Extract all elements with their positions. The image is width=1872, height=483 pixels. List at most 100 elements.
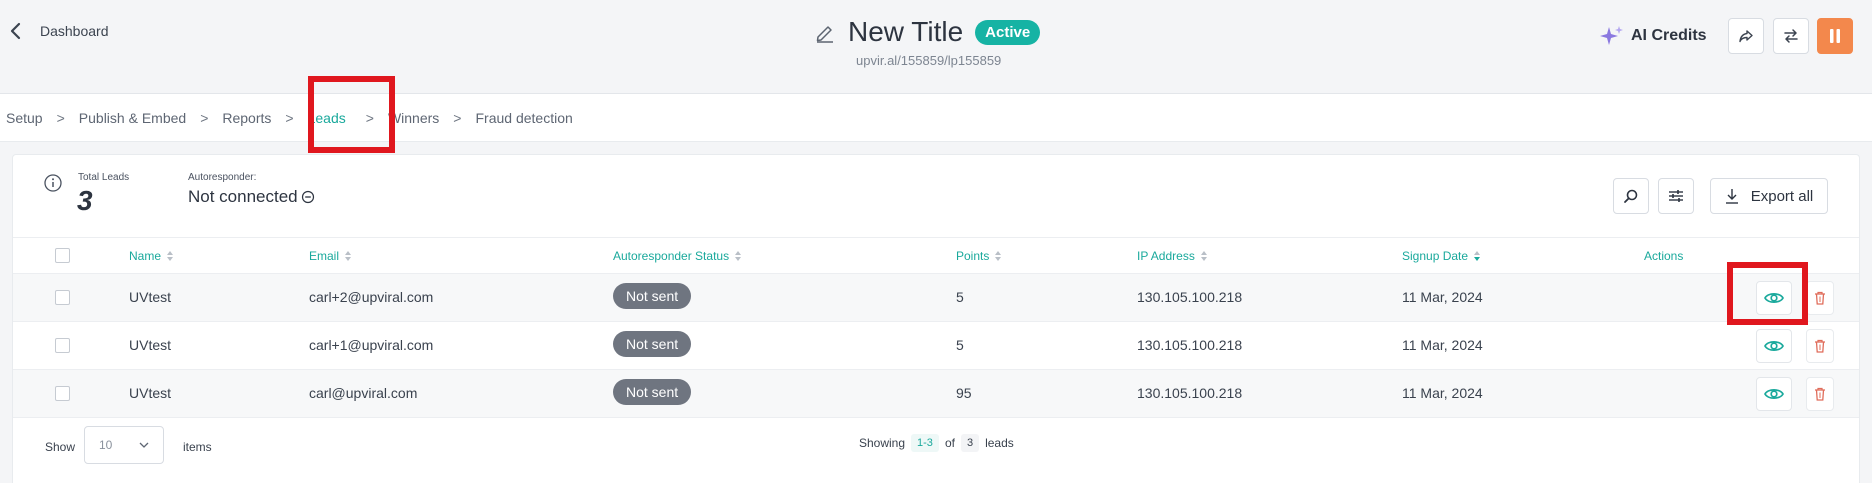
lead-email: carl@upviral.com xyxy=(309,385,418,401)
column-label: IP Address xyxy=(1137,249,1195,263)
show-label: Show xyxy=(45,440,76,454)
tab-winners[interactable]: Winners xyxy=(388,110,439,126)
column-header-actions: Actions xyxy=(1644,249,1683,263)
view-lead-button[interactable] xyxy=(1756,281,1792,315)
lead-ip: 130.105.100.218 xyxy=(1137,289,1243,305)
lead-signup-date: 11 Mar, 2024 xyxy=(1402,289,1483,305)
view-lead-button[interactable] xyxy=(1756,377,1792,411)
title-area: New Title Active xyxy=(814,16,1041,48)
column-header-points[interactable]: Points xyxy=(956,249,1002,263)
column-header-email[interactable]: Email xyxy=(309,249,352,263)
tab-leads[interactable]: Leads xyxy=(308,110,346,126)
range-chip: 1-3 xyxy=(911,434,939,452)
lead-signup-date: 11 Mar, 2024 xyxy=(1402,385,1483,401)
view-lead-button[interactable] xyxy=(1756,329,1792,363)
total-leads-value: 3 xyxy=(77,185,93,216)
top-header: Dashboard New Title Active upvir.al/1558… xyxy=(0,0,1872,94)
pencil-icon[interactable] xyxy=(814,21,836,43)
ai-credits-button[interactable]: AI Credits xyxy=(1599,24,1707,48)
filter-button[interactable] xyxy=(1658,178,1694,214)
showing-label: Showing xyxy=(859,436,906,450)
info-icon[interactable] xyxy=(43,173,63,193)
sort-icon xyxy=(345,251,352,261)
delete-lead-button[interactable] xyxy=(1806,329,1834,363)
lead-name: UVtest xyxy=(129,385,172,401)
trash-icon xyxy=(1814,339,1826,353)
leads-table: Name Email Autoresponder Status Points I… xyxy=(13,238,1859,418)
column-header-ip-address[interactable]: IP Address xyxy=(1137,249,1207,263)
delete-lead-button[interactable] xyxy=(1806,281,1834,315)
lead-signup-date: 11 Mar, 2024 xyxy=(1402,337,1483,353)
table-row: UVtest carl+1@upviral.com Not sent 5 130… xyxy=(13,322,1859,370)
sort-icon xyxy=(167,251,174,261)
items-label: items xyxy=(183,440,212,454)
sort-icon xyxy=(995,251,1002,261)
tab-fraud-detection[interactable]: Fraud detection xyxy=(475,110,572,126)
back-to-dashboard-link[interactable]: Dashboard xyxy=(10,22,109,40)
pagination-bar: Show 10 items Showing 1-3 of 3 leads xyxy=(13,418,1859,478)
chevron-right-icon: > xyxy=(200,109,209,126)
table-header: Name Email Autoresponder Status Points I… xyxy=(13,238,1859,274)
page-title[interactable]: New Title xyxy=(848,16,963,48)
tab-reports[interactable]: Reports xyxy=(222,110,271,126)
leads-summary: Total Leads 3 Autoresponder: Not connect… xyxy=(13,155,1859,238)
eye-icon xyxy=(1764,291,1784,305)
sort-icon xyxy=(1200,251,1207,261)
column-header-name[interactable]: Name xyxy=(129,249,174,263)
status-badge: Active xyxy=(975,19,1041,45)
lead-email: carl+1@upviral.com xyxy=(309,337,434,353)
pause-campaign-button[interactable] xyxy=(1817,18,1853,54)
trash-icon xyxy=(1814,291,1826,305)
status-pill: Not sent xyxy=(613,379,692,405)
total-leads-label: Total Leads xyxy=(78,172,130,183)
status-pill: Not sent xyxy=(613,283,692,309)
autoresponder-value: Not connected xyxy=(188,187,298,206)
column-label: Autoresponder Status xyxy=(613,249,730,263)
share-button[interactable] xyxy=(1728,18,1764,54)
of-label: of xyxy=(944,436,955,450)
eye-icon xyxy=(1764,339,1784,353)
tab-setup[interactable]: Setup xyxy=(6,110,43,126)
page-size-select[interactable]: 10 xyxy=(84,426,164,464)
table-row: UVtest carl@upviral.com Not sent 95 130.… xyxy=(13,370,1859,418)
chevron-right-icon: > xyxy=(285,109,294,126)
column-label: Email xyxy=(309,249,340,263)
swap-button[interactable] xyxy=(1773,18,1809,54)
chevron-down-icon xyxy=(139,442,149,448)
lead-points: 5 xyxy=(956,289,964,305)
lead-points: 5 xyxy=(956,337,964,353)
row-checkbox[interactable] xyxy=(55,338,70,353)
swap-icon xyxy=(1783,28,1799,44)
export-all-label: Export all xyxy=(1750,187,1814,205)
sort-icon xyxy=(735,251,742,261)
lead-name: UVtest xyxy=(129,337,172,353)
column-header-autoresponder-status[interactable]: Autoresponder Status xyxy=(613,249,742,263)
sort-desc-icon xyxy=(1474,251,1481,261)
minus-circle-icon xyxy=(301,190,315,204)
leads-label: leads xyxy=(985,436,1014,450)
campaign-steps-nav: Setup > Publish & Embed > Reports > Lead… xyxy=(0,94,1872,142)
trash-icon xyxy=(1814,387,1826,401)
autoresponder-status: Not connected xyxy=(188,187,315,207)
total-chip: 3 xyxy=(960,434,980,452)
search-button[interactable] xyxy=(1613,178,1649,214)
row-checkbox[interactable] xyxy=(55,386,70,401)
column-header-signup-date[interactable]: Signup Date xyxy=(1402,249,1481,263)
autoresponder-label: Autoresponder: xyxy=(188,172,257,183)
tab-publish-embed[interactable]: Publish & Embed xyxy=(79,110,186,126)
ai-credits-label: AI Credits xyxy=(1631,27,1707,44)
lead-ip: 130.105.100.218 xyxy=(1137,385,1243,401)
results-summary: Showing 1-3 of 3 leads xyxy=(859,434,1014,452)
delete-lead-button[interactable] xyxy=(1806,377,1834,411)
page-size-value: 10 xyxy=(99,438,113,452)
lead-ip: 130.105.100.218 xyxy=(1137,337,1243,353)
share-icon xyxy=(1738,28,1754,44)
sliders-icon xyxy=(1668,188,1684,204)
select-all-checkbox[interactable] xyxy=(55,248,70,263)
eye-icon xyxy=(1764,387,1784,401)
export-all-button[interactable]: Export all xyxy=(1710,178,1828,214)
row-checkbox[interactable] xyxy=(55,290,70,305)
lead-name: UVtest xyxy=(129,289,172,305)
chevron-left-icon xyxy=(10,22,22,40)
sparkle-icon xyxy=(1599,24,1625,48)
